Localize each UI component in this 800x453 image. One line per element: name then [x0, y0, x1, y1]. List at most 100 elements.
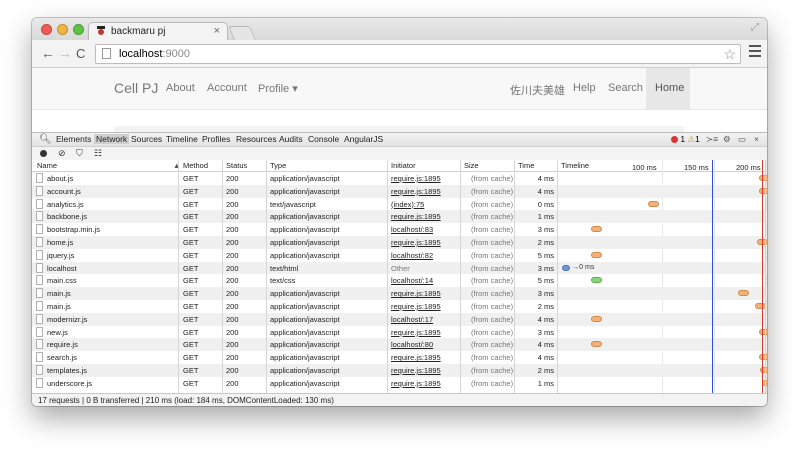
column-divider[interactable] — [222, 160, 223, 393]
column-divider[interactable] — [178, 160, 179, 393]
forward-button[interactable]: → — [58, 45, 72, 61]
clear-icon[interactable]: ⊘ — [58, 148, 66, 159]
minimize-window-button[interactable] — [57, 24, 68, 35]
tab-angularjs[interactable]: AngularJS — [344, 134, 383, 144]
timeline-bar[interactable] — [591, 251, 603, 258]
table-row[interactable]: localhost GET 200 text/html Other (from cache… — [32, 261, 767, 275]
table-row[interactable]: analytics.js GET 200 text/javascript (index)… — [32, 198, 767, 211]
fullscreen-icon[interactable]: ⤢ — [751, 22, 759, 33]
request-initiator[interactable]: require.js:1895 — [391, 328, 441, 337]
inspect-search-icon[interactable]: 🔍︎ — [39, 134, 52, 145]
settings-gear-icon[interactable]: ⚙ — [723, 134, 731, 145]
new-tab-button[interactable] — [228, 26, 256, 40]
column-divider[interactable] — [266, 160, 267, 393]
timeline-bar[interactable] — [591, 315, 603, 322]
timeline-bar[interactable] — [562, 264, 571, 271]
request-initiator[interactable]: require.js:1895 — [391, 379, 441, 388]
nav-search[interactable]: Search — [608, 82, 643, 94]
table-row[interactable]: templates.js GET 200 application/javascript… — [32, 364, 767, 377]
col-time-header[interactable]: Time — [518, 161, 534, 170]
browser-tab[interactable]: backmaru pj × — [88, 22, 228, 40]
address-bar[interactable]: localhost:9000 ☆ — [95, 44, 741, 64]
table-row[interactable]: underscore.js GET 200 application/javascrip… — [32, 377, 767, 390]
tab-timeline[interactable]: Timeline — [166, 134, 198, 144]
request-initiator[interactable]: localhost/:14 — [391, 276, 433, 285]
col-initiator-header[interactable]: Initiator — [391, 161, 416, 170]
table-row[interactable]: new.js GET 200 application/javascript requir… — [32, 326, 767, 339]
bookmark-star-icon[interactable]: ☆ — [723, 46, 736, 63]
tab-close-icon[interactable]: × — [214, 25, 220, 37]
table-row[interactable]: bootstrap.min.js GET 200 application/javasc… — [32, 223, 767, 236]
nav-help[interactable]: Help — [573, 82, 596, 94]
request-initiator[interactable]: require.js:1895 — [391, 353, 441, 362]
tab-resources[interactable]: Resources — [236, 134, 277, 144]
col-status-header[interactable]: Status — [226, 161, 247, 170]
request-initiator[interactable]: require.js:1895 — [391, 289, 441, 298]
table-row[interactable]: about.js GET 200 application/javascript requ… — [32, 172, 767, 185]
nav-user[interactable]: 佐川夫美雄 — [510, 82, 565, 98]
nav-about[interactable]: About — [166, 82, 195, 94]
table-row[interactable]: modernizr.js GET 200 application/javascript… — [32, 312, 767, 326]
maximize-window-button[interactable] — [73, 24, 84, 35]
filter-icon[interactable]: ⛉ — [76, 148, 83, 159]
tab-console[interactable]: Console — [308, 134, 339, 144]
timeline-bar[interactable] — [648, 200, 660, 207]
tab-network[interactable]: Network — [94, 134, 130, 144]
col-size-header[interactable]: Size — [464, 161, 479, 170]
request-initiator[interactable]: require.js:1895 — [391, 302, 441, 311]
table-row[interactable]: backbone.js GET 200 application/javascript r… — [32, 210, 767, 224]
menu-icon[interactable] — [749, 45, 761, 60]
column-divider[interactable] — [514, 160, 515, 393]
devtools-close-icon[interactable]: × — [754, 134, 759, 144]
column-divider[interactable] — [765, 160, 766, 393]
request-initiator[interactable]: localhost/:83 — [391, 225, 433, 234]
sort-arrow-icon[interactable]: ▲ — [173, 161, 180, 170]
request-initiator[interactable]: localhost/:82 — [391, 251, 433, 260]
table-row[interactable]: main.js GET 200 application/javascript requi… — [32, 300, 767, 313]
tab-audits[interactable]: Audits — [279, 134, 303, 144]
request-initiator[interactable]: require.js:1895 — [391, 212, 441, 221]
timeline-bar[interactable] — [754, 303, 766, 309]
col-timeline-header[interactable]: Timeline — [561, 161, 589, 170]
timeline-bar[interactable] — [591, 341, 603, 348]
request-initiator[interactable]: require.js:1895 — [391, 238, 441, 247]
tab-elements[interactable]: Elements — [56, 134, 91, 144]
request-initiator[interactable]: require.js:1895 — [391, 366, 441, 375]
table-row[interactable]: home.js GET 200 application/javascript requi… — [32, 236, 767, 249]
table-row[interactable]: search.js GET 200 application/javascript req… — [32, 351, 767, 364]
column-divider[interactable] — [557, 160, 558, 393]
request-initiator[interactable]: localhost/:17 — [391, 315, 433, 324]
request-initiator[interactable]: localhost/:80 — [391, 340, 433, 349]
table-row[interactable]: main.js GET 200 application/javascript requi… — [32, 287, 767, 300]
tab-profiles[interactable]: Profiles — [202, 134, 230, 144]
reload-button[interactable]: C — [76, 46, 85, 61]
table-row[interactable]: jquery.js GET 200 application/javascript loc… — [32, 249, 767, 262]
nav-home[interactable]: Home — [655, 82, 684, 94]
back-button[interactable]: ← — [41, 45, 55, 61]
request-initiator[interactable]: require.js:1895 — [391, 174, 441, 183]
nav-profile[interactable]: Profile ▾ — [258, 82, 298, 95]
console-drawer-icon[interactable]: ≻≡ — [706, 134, 718, 145]
url-text[interactable]: localhost:9000 — [119, 48, 190, 60]
timeline-bar[interactable] — [591, 277, 603, 284]
request-initiator[interactable]: (index):75 — [391, 200, 424, 209]
column-divider[interactable] — [387, 160, 388, 393]
table-row[interactable]: account.js GET 200 application/javascript re… — [32, 184, 767, 198]
table-row[interactable]: require.js GET 200 application/javascript lo… — [32, 338, 767, 352]
column-divider[interactable] — [460, 160, 461, 393]
request-initiator[interactable]: require.js:1895 — [391, 187, 441, 196]
tab-sources[interactable]: Sources — [131, 134, 162, 144]
timeline-bar[interactable] — [591, 226, 603, 233]
table-row[interactable]: main.css GET 200 text/css localhost/:14 (from… — [32, 274, 767, 287]
col-name-header[interactable]: Name — [37, 161, 57, 170]
error-counter[interactable]: 1 ⚠1 — [671, 134, 700, 145]
view-toggle-icon[interactable]: ☷ — [94, 148, 102, 159]
dock-icon[interactable]: ▭ — [738, 134, 746, 145]
record-icon[interactable] — [40, 150, 47, 157]
col-method-header[interactable]: Method — [183, 161, 208, 170]
col-type-header[interactable]: Type — [270, 161, 286, 170]
timeline-bar[interactable] — [737, 290, 749, 297]
close-window-button[interactable] — [41, 24, 52, 35]
nav-account[interactable]: Account — [207, 82, 247, 94]
site-brand[interactable]: Cell PJ — [114, 80, 158, 96]
